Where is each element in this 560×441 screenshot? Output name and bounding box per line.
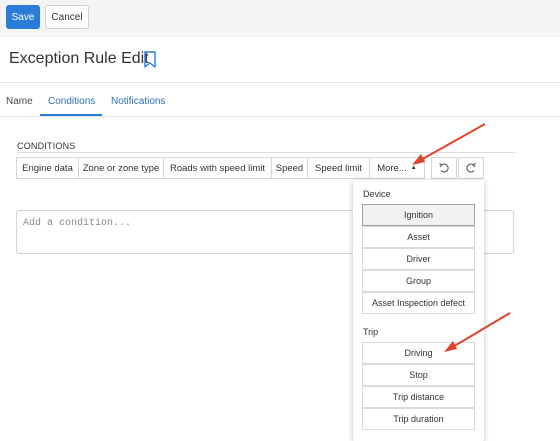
speed-limit-label: Speed limit bbox=[315, 162, 362, 174]
trip-group-label: Trip bbox=[363, 327, 379, 337]
more-label: More... bbox=[377, 162, 407, 174]
option-driving[interactable]: Driving bbox=[362, 342, 475, 364]
zone-or-zone-type-button[interactable]: Zone or zone type bbox=[78, 157, 164, 179]
bookmark-icon[interactable] bbox=[143, 51, 157, 69]
zone-label: Zone or zone type bbox=[82, 162, 160, 174]
option-trip-duration[interactable]: Trip duration bbox=[362, 408, 475, 430]
engine-data-label: Engine data bbox=[22, 162, 73, 174]
tab-notifications[interactable]: Notifications bbox=[111, 96, 165, 107]
toolbar: Save Cancel bbox=[0, 0, 560, 37]
conditions-divider bbox=[17, 152, 515, 153]
speed-button[interactable]: Speed bbox=[271, 157, 308, 179]
speed-limit-button[interactable]: Speed limit bbox=[307, 157, 370, 179]
device-group-label: Device bbox=[363, 189, 391, 199]
option-stop[interactable]: Stop bbox=[362, 364, 475, 386]
save-button[interactable]: Save bbox=[6, 5, 40, 29]
tab-conditions[interactable]: Conditions bbox=[48, 96, 95, 107]
redo-button[interactable] bbox=[458, 157, 484, 179]
page-title: Exception Rule Edit bbox=[9, 50, 149, 67]
tabs-divider bbox=[0, 116, 560, 117]
condition-button-bar: Engine data Zone or zone type Roads with… bbox=[16, 157, 425, 179]
engine-data-button[interactable]: Engine data bbox=[16, 157, 79, 179]
roads-with-speed-limit-button[interactable]: Roads with speed limit bbox=[163, 157, 272, 179]
speed-label: Speed bbox=[275, 162, 304, 174]
more-button[interactable]: More... ▲ bbox=[369, 157, 425, 179]
option-asset-inspection-defect[interactable]: Asset Inspection defect bbox=[362, 292, 475, 314]
roads-label: Roads with speed limit bbox=[169, 162, 266, 174]
redo-icon bbox=[466, 163, 476, 173]
more-conditions-dropdown: Device Ignition Asset Driver Group Asset… bbox=[353, 180, 484, 441]
undo-icon bbox=[439, 163, 449, 173]
option-group[interactable]: Group bbox=[362, 270, 475, 292]
option-trip-distance[interactable]: Trip distance bbox=[362, 386, 475, 408]
conditions-heading: CONDITIONS bbox=[17, 141, 76, 151]
option-asset[interactable]: Asset bbox=[362, 226, 475, 248]
title-divider bbox=[0, 82, 560, 83]
tab-name[interactable]: Name bbox=[6, 96, 33, 107]
option-ignition[interactable]: Ignition bbox=[362, 204, 475, 226]
cancel-button[interactable]: Cancel bbox=[45, 5, 89, 29]
option-driver[interactable]: Driver bbox=[362, 248, 475, 270]
undo-button[interactable] bbox=[431, 157, 457, 179]
caret-up-icon: ▲ bbox=[410, 165, 417, 171]
